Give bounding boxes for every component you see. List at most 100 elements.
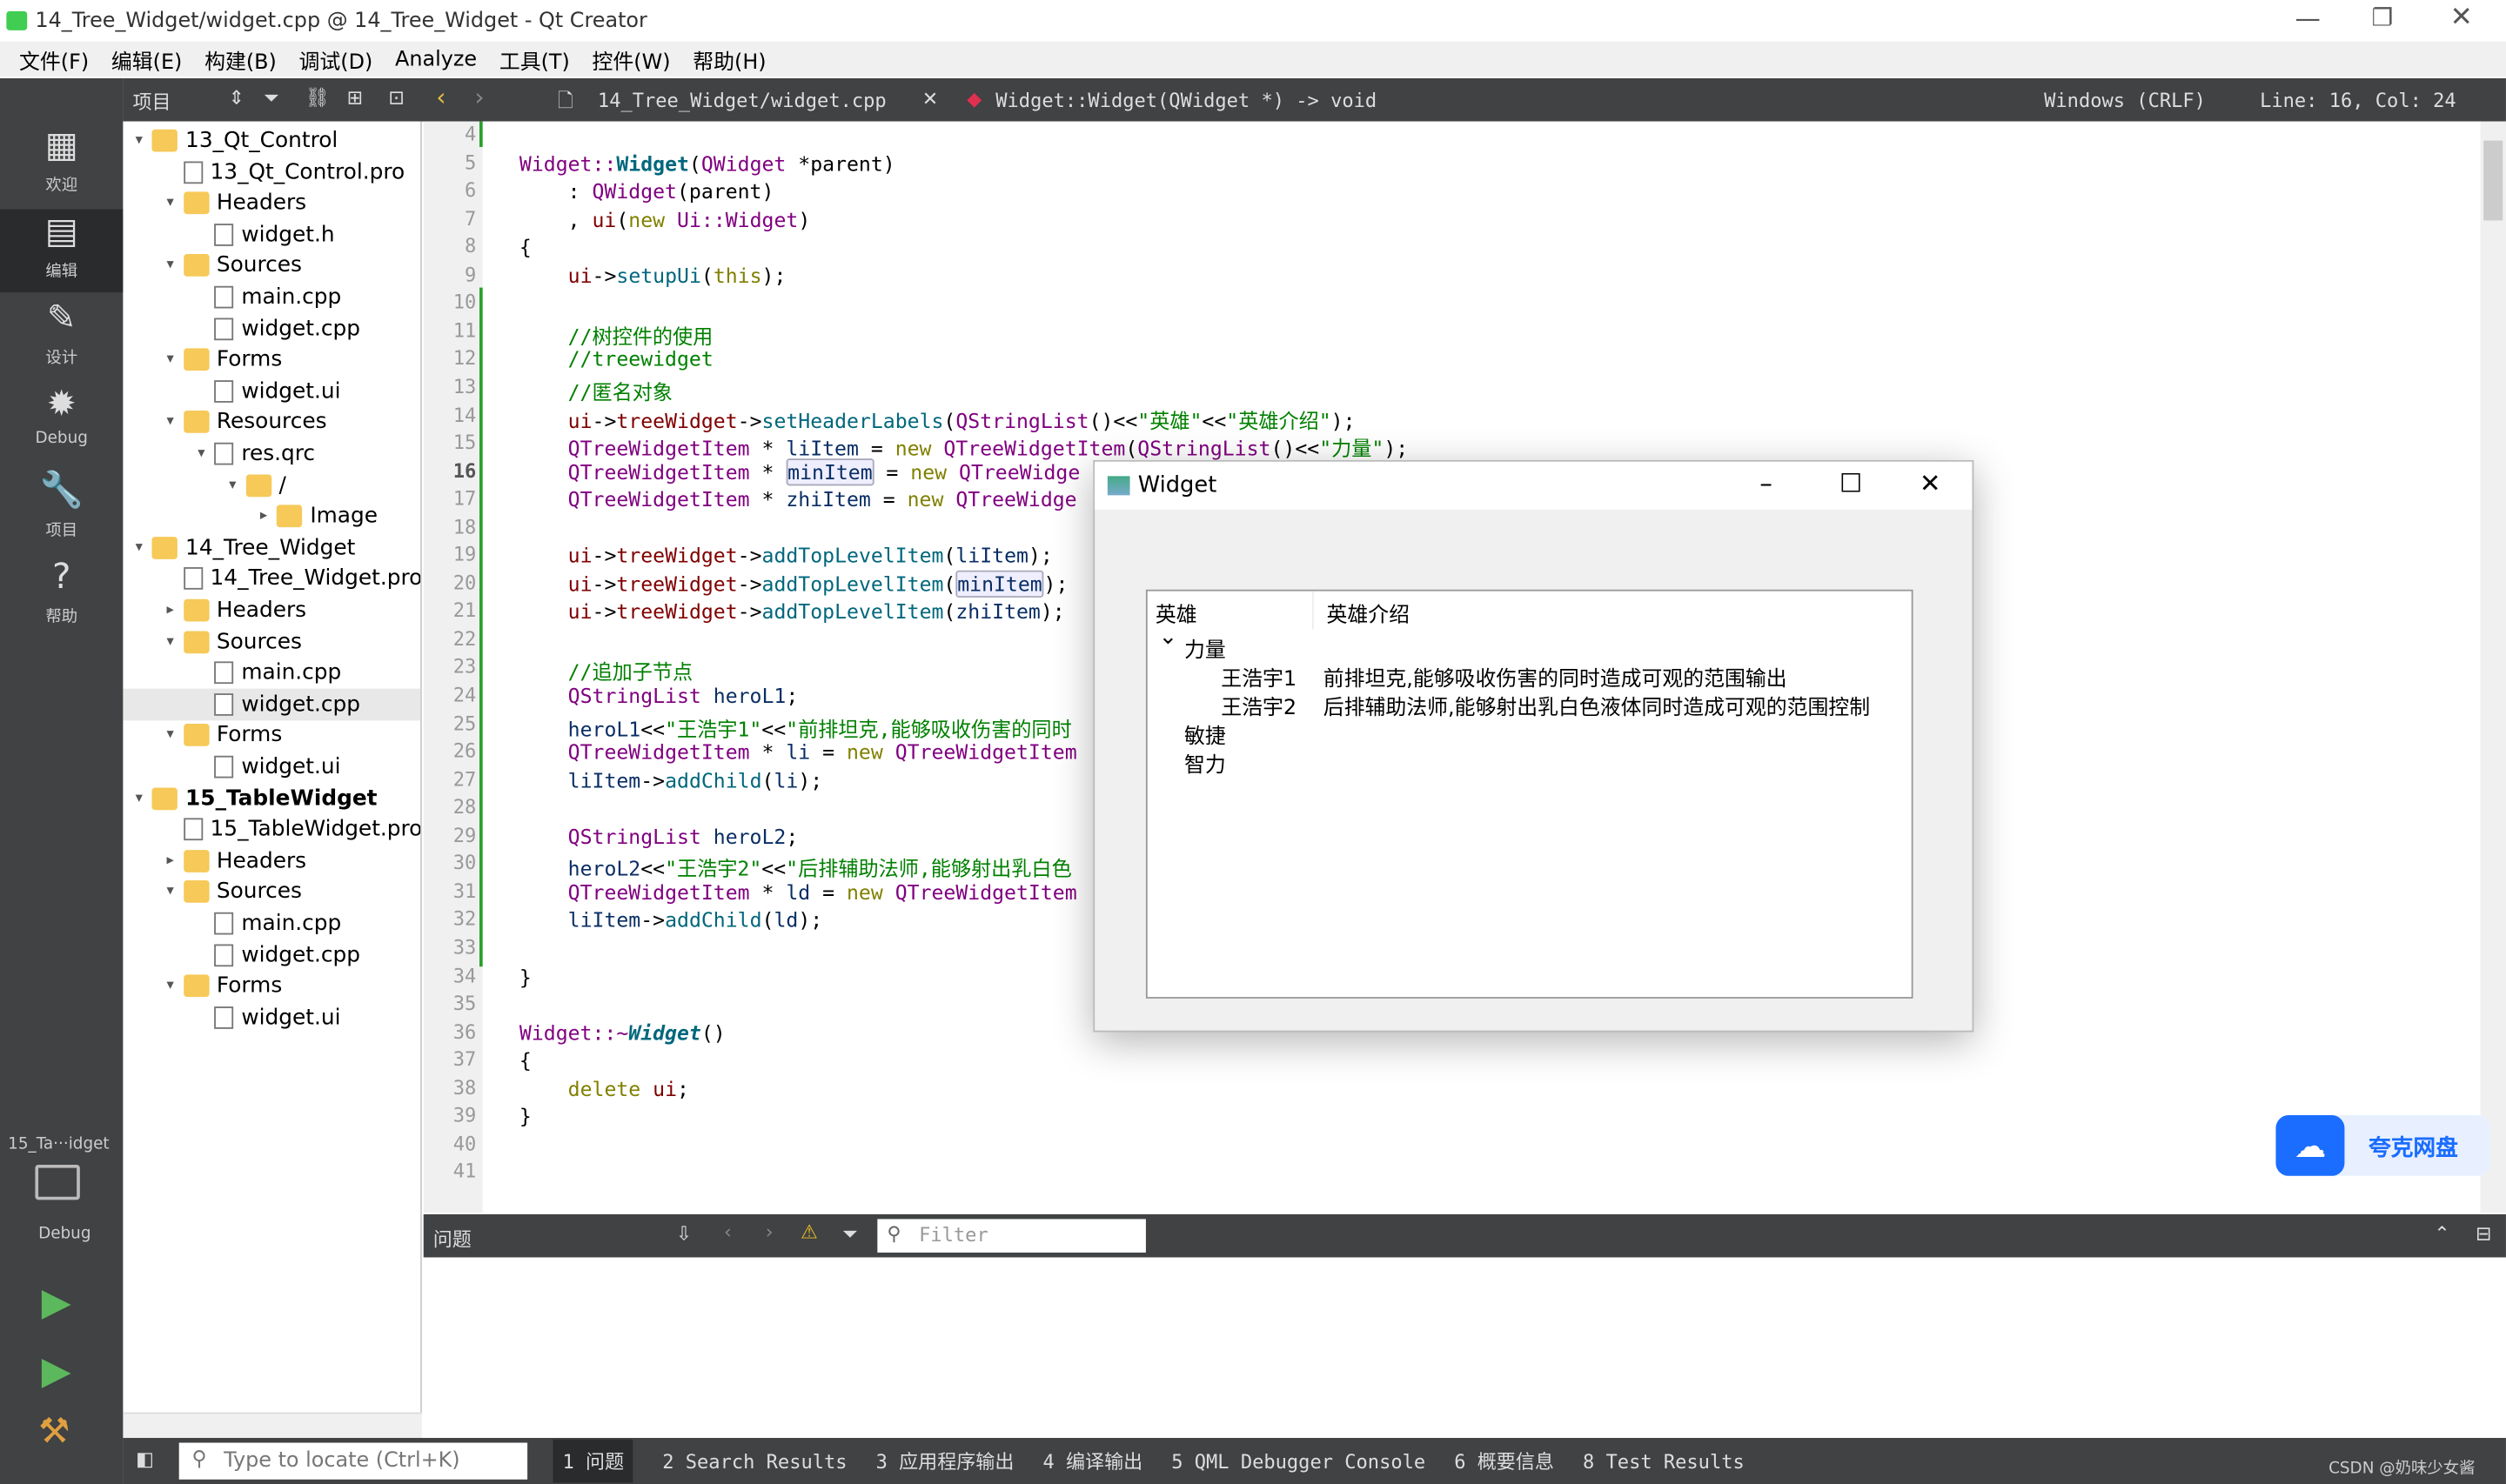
output-tab[interactable]: 1 问题 [553, 1439, 634, 1483]
expand-arrow-icon[interactable]: ▾ [161, 414, 180, 430]
expand-arrow-icon[interactable]: ▾ [130, 539, 149, 555]
line-ending-selector[interactable]: Windows (CRLF) [2044, 90, 2206, 112]
menu-item[interactable]: 工具(T) [499, 44, 570, 75]
widget-maximize-button[interactable]: ☐ [1839, 468, 1862, 498]
tree-row-name[interactable]: 智力 [1184, 748, 1226, 779]
issues-filter-input[interactable]: ⚲ Filter [877, 1219, 1146, 1253]
close-button[interactable]: ✕ [2450, 2, 2473, 34]
output-tab[interactable]: 2 Search Results [662, 1450, 847, 1473]
expand-arrow-icon[interactable]: ▸ [254, 508, 273, 524]
tree-item[interactable]: ▾ Resources [161, 406, 326, 438]
back-icon[interactable]: ‹ [436, 84, 446, 112]
tree-row-name[interactable]: 王浩宇1 [1221, 661, 1297, 692]
tree-item[interactable]: widget.h [191, 218, 335, 251]
tree-item[interactable]: ▾ / [223, 469, 286, 501]
tree-item[interactable]: 14_Tree_Widget.pro [161, 563, 420, 595]
tree-item[interactable]: widget.ui [191, 375, 340, 407]
menu-item[interactable]: 文件(F) [19, 44, 89, 75]
expand-arrow-icon[interactable]: ▾ [130, 132, 149, 148]
expand-arrow-icon[interactable]: ▾ [161, 884, 180, 899]
forward-icon[interactable]: › [474, 84, 484, 112]
expand-arrow-icon[interactable]: ▾ [191, 445, 211, 461]
prev-icon[interactable]: ‹ [724, 1220, 732, 1243]
output-tab[interactable]: 5 QML Debugger Console [1171, 1450, 1425, 1473]
tree-item[interactable]: 15_TableWidget.pro [161, 813, 420, 846]
next-icon[interactable]: › [766, 1220, 774, 1243]
tree-item[interactable]: ▸ Headers [161, 594, 306, 626]
expand-arrow-icon[interactable]: ▸ [161, 602, 180, 618]
tree-item[interactable]: ▾ 15_TableWidget [130, 782, 378, 814]
tree-row-name[interactable]: 力量 [1184, 632, 1226, 664]
project-view-selector[interactable]: 项目 [132, 88, 171, 115]
tree-item[interactable]: widget.cpp [191, 312, 360, 344]
expand-arrow-icon[interactable]: ▾ [161, 257, 180, 273]
tree-item[interactable]: main.cpp [191, 657, 341, 689]
mode-2[interactable]: ✎ 设计 [0, 296, 123, 379]
sort-icon[interactable]: ⇕ [229, 86, 245, 109]
mode-5[interactable]: ? 帮助 [0, 554, 123, 638]
mode-3[interactable]: ✹ Debug [0, 382, 123, 465]
menu-item[interactable]: 帮助(H) [693, 44, 766, 75]
tree-item[interactable]: ▾ Sources [161, 876, 302, 908]
mode-4[interactable]: 🔧 项目 [0, 468, 123, 551]
filter-icon[interactable]: ⏷ [842, 1222, 858, 1247]
tree-item[interactable]: ▾ 14_Tree_Widget [130, 531, 356, 564]
menu-item[interactable]: 调试(D) [299, 44, 373, 75]
filter-icon[interactable]: ⏷ [264, 86, 279, 110]
menu-item[interactable]: 构建(B) [204, 44, 277, 75]
close-file-icon[interactable]: ✕ [922, 88, 938, 110]
tree-item[interactable]: ▸ Image [254, 500, 378, 532]
maximize-pane-icon[interactable]: ⌃ [2434, 1222, 2449, 1245]
tree-item[interactable]: ▸ Headers [161, 845, 306, 877]
warning-icon[interactable]: ⚠ [801, 1220, 818, 1243]
mode-1[interactable]: ▤ 编辑 [0, 209, 124, 293]
close-sidebar-icon[interactable]: ⊡ [388, 86, 404, 109]
monitor-icon[interactable] [35, 1164, 80, 1200]
close-pane-icon[interactable]: ⊟ [2476, 1222, 2491, 1245]
expand-arrow-icon[interactable]: ▾ [130, 790, 149, 806]
output-tab[interactable]: 4 编译输出 [1042, 1447, 1142, 1474]
run-icon[interactable]: ▶ [42, 1280, 71, 1324]
mode-0[interactable]: ▦ 欢迎 [0, 123, 123, 206]
tree-item[interactable]: ▾ Headers [161, 187, 306, 219]
tree-item[interactable]: ▾ res.qrc [191, 438, 315, 470]
expand-arrow-icon[interactable]: ▸ [161, 852, 180, 868]
output-tab[interactable]: 8 Test Results [1583, 1450, 1745, 1473]
tree-row-name[interactable]: 王浩宇2 [1221, 690, 1297, 721]
expand-arrow-icon[interactable]: ▾ [161, 727, 180, 743]
minimize-button[interactable]: — [2295, 3, 2321, 34]
tree-row-desc[interactable]: 前排坦克,能够吸收伤害的同时造成可观的范围输出 [1323, 661, 1787, 692]
tree-item[interactable]: ▾ Forms [161, 970, 282, 1002]
tree-item[interactable]: main.cpp [191, 281, 341, 313]
build-hammer-icon[interactable]: ⚒ [38, 1413, 70, 1453]
expand-arrow-icon[interactable]: ▾ [161, 351, 180, 367]
tree-item[interactable]: widget.cpp [191, 939, 360, 971]
tree-item[interactable]: widget.ui [191, 1001, 340, 1033]
open-file-selector[interactable]: 14_Tree_Widget/widget.cpp [598, 90, 887, 112]
tree-row-name[interactable]: 敏捷 [1184, 719, 1226, 750]
expand-arrow-icon[interactable]: ▾ [161, 633, 180, 649]
quark-drive-badge[interactable]: ☁ 夸克网盘 [2275, 1115, 2490, 1176]
tree-item[interactable]: widget.ui [191, 751, 340, 783]
output-tab[interactable]: 6 概要信息 [1454, 1447, 1554, 1474]
tree-horizontal-scrollbar[interactable] [123, 1412, 422, 1439]
widget-minimize-button[interactable]: – [1759, 468, 1772, 498]
debug-run-icon[interactable]: ▶ [42, 1348, 71, 1393]
editor-scrollbar[interactable] [2480, 121, 2506, 1213]
expand-chevron-icon[interactable]: ⌄ [1159, 625, 1178, 650]
expand-arrow-icon[interactable]: ▾ [161, 195, 180, 211]
tree-widget[interactable]: 英雄 英雄介绍 ⌄ 力量 王浩宇1 前排坦克,能够吸收伤害的同时造成可观的范围输出 王浩… [1145, 589, 1913, 999]
tree-row-desc[interactable]: 后排辅助法师,能够射出乳白色液体同时造成可观的范围控制 [1323, 690, 1870, 721]
tree-item[interactable]: ▾ Forms [161, 719, 282, 752]
cursor-position[interactable]: Line: 16, Col: 24 [2260, 90, 2456, 112]
tree-item[interactable]: main.cpp [191, 907, 341, 939]
header-hero[interactable]: 英雄 [1156, 598, 1197, 628]
menu-item[interactable]: 编辑(E) [111, 44, 182, 75]
restore-button[interactable]: ❐ [2372, 3, 2394, 32]
toggle-sidebar-icon[interactable]: ◧ [136, 1447, 154, 1470]
tree-item[interactable]: ▾ 13_Qt_Control [130, 124, 338, 157]
tree-item[interactable]: widget.cpp [123, 688, 421, 720]
tree-item[interactable]: 13_Qt_Control.pro [161, 156, 405, 188]
expand-arrow-icon[interactable]: ▾ [161, 978, 180, 993]
tree-item[interactable]: ▾ Sources [161, 250, 302, 282]
